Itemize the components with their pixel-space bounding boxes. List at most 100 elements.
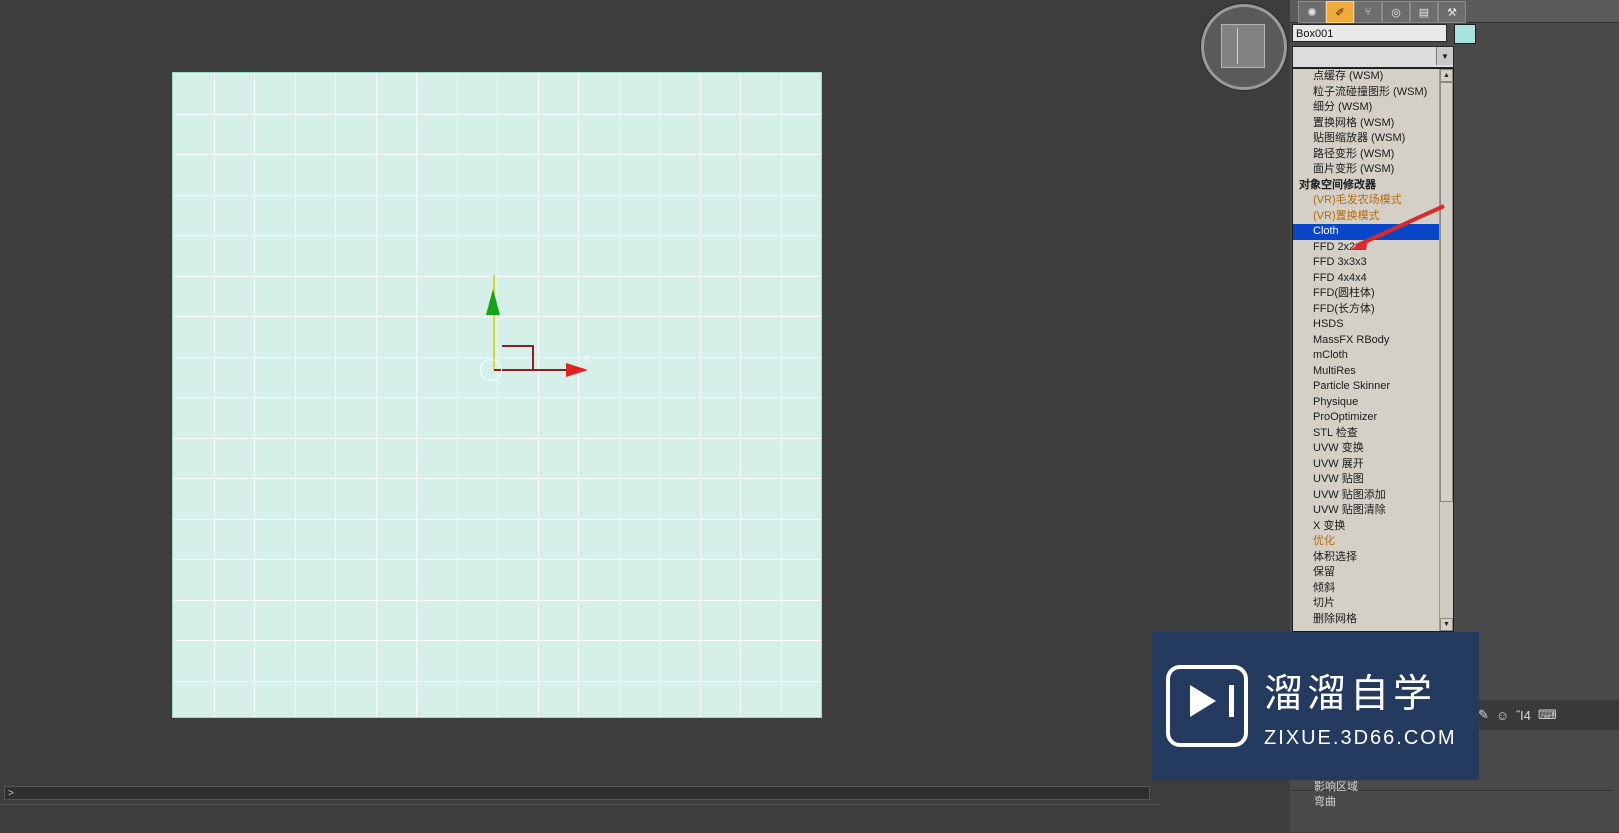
modifier-list-item[interactable]: 贴图缩放器 (WSM) (1293, 131, 1440, 147)
grid-line-vertical (457, 73, 458, 717)
grid-line-vertical (700, 73, 701, 717)
modifier-list-item[interactable]: 细分 (WSM) (1293, 100, 1440, 116)
create-tab[interactable]: ✺ (1298, 1, 1326, 23)
modifier-list-item[interactable]: Cloth (1293, 224, 1440, 240)
modifier-list-item[interactable]: UVW 展开 (1293, 457, 1440, 473)
grid-line-vertical (416, 73, 417, 717)
modifier-list-item[interactable]: Particle Skinner (1293, 379, 1440, 395)
object-name-input[interactable]: Box001 (1292, 24, 1447, 42)
scroll-down-button[interactable]: ▼ (1440, 618, 1453, 631)
modifier-list-item[interactable]: HSDS (1293, 317, 1440, 333)
view-cube[interactable] (1201, 4, 1287, 90)
grid-line-vertical (659, 73, 660, 717)
gizmo-x-label: X (583, 353, 591, 365)
display-icon: ▤ (1418, 6, 1430, 19)
gizmo-plane-handle-v (532, 345, 534, 371)
emoji-icon[interactable]: ☺ (1496, 708, 1509, 723)
grid-line-horizontal (173, 114, 821, 115)
watermark: 溜溜自学 ZIXUE.3D66.COM (1152, 632, 1479, 780)
modifier-list-item[interactable]: 优化 (1293, 534, 1440, 550)
modifier-list-item[interactable]: MassFX RBody (1293, 333, 1440, 349)
grid-line-horizontal (173, 681, 821, 682)
modifier-list-item[interactable]: 粒子流碰撞图形 (WSM) (1293, 85, 1440, 101)
modifier-list-item[interactable]: (VR)毛发农场模式 (1293, 193, 1440, 209)
grid-line-horizontal (173, 559, 821, 560)
modifier-list-item[interactable]: 面片变形 (WSM) (1293, 162, 1440, 178)
chevron-down-icon[interactable]: ▼ (1436, 47, 1453, 65)
view-cube-face[interactable] (1221, 24, 1265, 68)
grid-line-horizontal (173, 640, 821, 641)
grid-line-vertical (254, 73, 255, 717)
modifier-dropdown-list[interactable]: 点缓存 (WSM) 粒子流碰撞图形 (WSM) 细分 (WSM) 置换网格 (WSM)… (1292, 68, 1454, 632)
status-bar (0, 804, 1160, 833)
modifier-list-item[interactable]: 保留 (1293, 565, 1440, 581)
viewport[interactable]: X (0, 0, 1325, 804)
watermark-text: 溜溜自学 ZIXUE.3D66.COM (1264, 663, 1456, 750)
keyboard-icon[interactable]: ⌨ (1538, 707, 1557, 723)
object-name-row: Box001 (1292, 24, 1617, 44)
modifier-list-item[interactable]: 影响区域 (1290, 780, 1470, 795)
modifier-extra-items[interactable]: 影响区域 弯曲 (1290, 780, 1470, 810)
modifier-combo[interactable]: ▼ (1292, 46, 1454, 68)
modify-tab[interactable]: ✐ (1326, 1, 1354, 23)
modifier-list-item[interactable]: STL 检查 (1293, 426, 1440, 442)
gizmo-y-arrow (486, 289, 500, 315)
modifier-group-header: 对象空间修改器 (1299, 178, 1376, 191)
modifier-list-item[interactable]: FFD 2x2x2 (1293, 240, 1440, 256)
grid-line-horizontal (173, 478, 821, 479)
grid-line-vertical (740, 73, 741, 717)
modifier-list-item[interactable]: UVW 贴图添加 (1293, 488, 1440, 504)
modifier-list-item[interactable]: mCloth (1293, 348, 1440, 364)
grid-line-vertical (376, 73, 377, 717)
modifier-list-item[interactable]: 倾斜 (1293, 581, 1440, 597)
modifier-list-item[interactable]: Physique (1293, 395, 1440, 411)
modifier-list-item[interactable]: ProOptimizer (1293, 410, 1440, 426)
modifier-list-items[interactable]: 点缓存 (WSM) 粒子流碰撞图形 (WSM) 细分 (WSM) 置换网格 (WSM)… (1293, 69, 1440, 631)
modifier-list-item[interactable]: FFD(圆柱体) (1293, 286, 1440, 302)
motion-icon: ◎ (1391, 6, 1401, 19)
modifier-list-item[interactable]: 体积选择 (1293, 550, 1440, 566)
modifier-list-item[interactable]: 弯曲 (1290, 795, 1470, 810)
grid-line-vertical (335, 73, 336, 717)
grid-line-vertical (781, 73, 782, 717)
watermark-subtitle: ZIXUE.3D66.COM (1264, 726, 1457, 749)
grid-line-horizontal (173, 519, 821, 520)
modifier-list-item[interactable]: MultiRes (1293, 364, 1440, 380)
modifier-list-item[interactable]: FFD 3x3x3 (1293, 255, 1440, 271)
watermark-title: 溜溜自学 (1264, 671, 1437, 717)
pencil-icon[interactable]: ✎ (1478, 707, 1489, 723)
modifier-list-item[interactable]: FFD 4x4x4 (1293, 271, 1440, 287)
display-tab[interactable]: ▤ (1410, 1, 1438, 23)
modifier-list-item[interactable]: UVW 变换 (1293, 441, 1440, 457)
grid-line-horizontal (173, 438, 821, 439)
modifier-list-item[interactable]: UVW 贴图 (1293, 472, 1440, 488)
taskbar[interactable]: ✎ ☺ Ἲ4 ⌨ (1472, 700, 1619, 730)
modifier-list-item[interactable]: 置换网格 (WSM) (1293, 116, 1440, 132)
microphone-icon[interactable]: Ἲ4 (1516, 708, 1531, 723)
modify-icon: ✐ (1335, 6, 1345, 19)
watermark-logo-icon (1166, 665, 1248, 747)
object-color-swatch[interactable] (1454, 24, 1476, 44)
motion-tab[interactable]: ◎ (1382, 1, 1410, 23)
modifier-list-item[interactable]: FFD(长方体) (1293, 302, 1440, 318)
utilities-tab[interactable]: ⚒ (1438, 1, 1466, 23)
modifier-list-item[interactable]: (VR)置换模式 (1293, 209, 1440, 225)
modifier-list-item[interactable]: 删除网格 (1293, 612, 1440, 628)
scroll-up-button[interactable]: ▲ (1440, 69, 1453, 82)
modifier-list-item[interactable]: X 变换 (1293, 519, 1440, 535)
gizmo-plane-handle-h (502, 345, 534, 347)
modifier-list-item[interactable]: 路径变形 (WSM) (1293, 147, 1440, 163)
hierarchy-tab[interactable]: ⑂ (1354, 1, 1382, 23)
grid-line-vertical (619, 73, 620, 717)
scrollbar-thumb[interactable] (1440, 82, 1453, 502)
create-icon: ✺ (1307, 6, 1317, 19)
modifier-list-scrollbar[interactable]: ▲ ▼ (1439, 69, 1453, 631)
grid-line-horizontal (173, 600, 821, 601)
gizmo-center-circle (480, 359, 502, 381)
command-prompt[interactable]: > (4, 786, 1150, 800)
modifier-list-item[interactable]: 切片 (1293, 596, 1440, 612)
transform-gizmo[interactable]: X (480, 275, 610, 400)
modifier-list-item[interactable]: 点缓存 (WSM) (1293, 69, 1440, 85)
modifier-list-item[interactable]: UVW 贴图清除 (1293, 503, 1440, 519)
command-panel-tabs[interactable]: ✺ ✐ ⑂ ◎ ▤ ⚒ (1290, 0, 1619, 23)
